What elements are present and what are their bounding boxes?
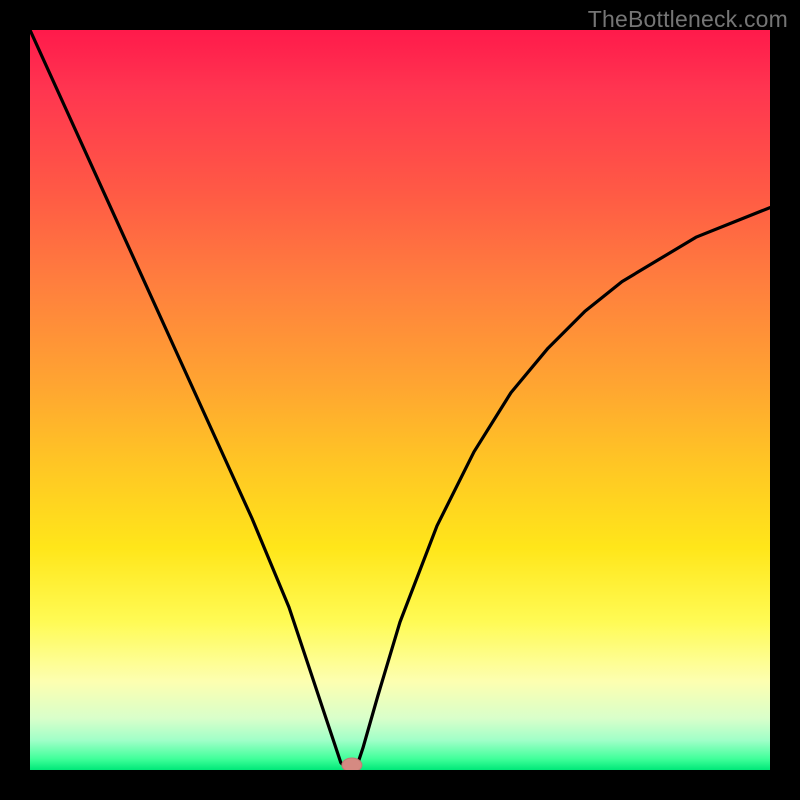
bottleneck-curve <box>30 30 770 770</box>
watermark-text: TheBottleneck.com <box>588 6 788 33</box>
plot-area <box>30 30 770 770</box>
min-point-marker <box>342 758 362 770</box>
chart-frame: TheBottleneck.com <box>0 0 800 800</box>
curve-layer <box>30 30 770 770</box>
